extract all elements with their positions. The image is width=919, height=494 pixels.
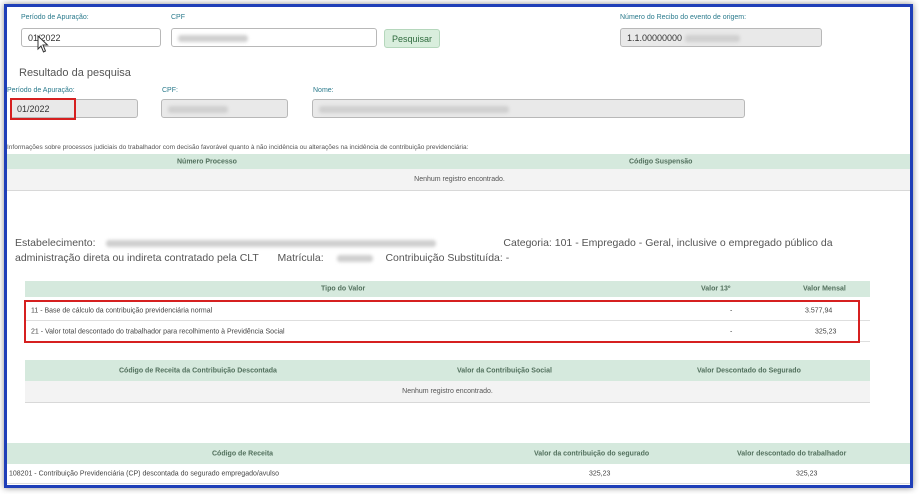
receita-row: 108201 - Contribuição Previdenciária (CP…: [7, 464, 910, 484]
descontada-table-header: Código de Receita da Contribuição Descon…: [25, 360, 870, 381]
search-cpf-input[interactable]: [171, 28, 377, 47]
col-valor-descontado-segurado: Valor Descontado do Segurado: [697, 367, 801, 374]
matricula-label: Matrícula:: [277, 252, 324, 264]
estabelecimento-label: Estabelecimento:: [15, 237, 96, 249]
search-periodo-label: Período de Apuração:: [21, 14, 89, 21]
receita-table-header: Código de Receita Valor da contribuição …: [7, 443, 910, 464]
result-title: Resultado da pesquisa: [19, 67, 131, 79]
receita-row-contrib: 325,23: [589, 470, 611, 477]
result-nome-field: [312, 99, 745, 118]
col-numero-processo: Número Processo: [177, 158, 237, 165]
categoria-text: Categoria: 101 - Empregado - Geral, incl…: [503, 237, 833, 249]
col-codigo-receita: Código de Receita: [212, 450, 274, 457]
result-cpf-label: CPF:: [162, 87, 178, 94]
result-cpf-field: [161, 99, 288, 118]
receita-row-codigo: 108201 - Contribuição Previdenciária (CP…: [9, 470, 280, 477]
pesquisar-button[interactable]: Pesquisar: [384, 29, 441, 48]
recibo-value: 1.1.00000000: [627, 33, 683, 43]
estabelecimento-block: Estabelecimento: Categoria: 101 - Empreg…: [15, 236, 910, 266]
search-cpf-label: CPF: [171, 14, 185, 21]
highlight-valores-box: [24, 300, 860, 343]
col-codigo-suspensao: Código Suspensão: [629, 158, 693, 165]
mouse-cursor-icon: [37, 35, 49, 53]
result-nome-label: Nome:: [313, 87, 334, 94]
highlight-periodo-box: [10, 98, 76, 120]
recibo-input: 1.1.00000000: [620, 28, 822, 47]
result-periodo-label: Período de Apuração:: [7, 87, 75, 94]
processos-info-text: Informações sobre processos judiciais do…: [7, 144, 469, 151]
col-valor-contribuicao-social: Valor da Contribuição Social: [457, 367, 552, 374]
valores-table-header: Tipo do Valor Valor 13º Valor Mensal: [25, 281, 870, 297]
col-codigo-receita-descontada: Código de Receita da Contribuição Descon…: [119, 367, 277, 374]
screenshot-frame: Período de Apuração: 01/2022 CPF Pesquis…: [4, 4, 913, 488]
col-valor-mensal: Valor Mensal: [803, 285, 846, 293]
col-valor-descontado-trabalhador: Valor descontado do trabalhador: [737, 450, 847, 457]
col-tipo-valor: Tipo do Valor: [321, 285, 366, 293]
descontada-empty-row: Nenhum registro encontrado.: [25, 381, 870, 403]
col-valor-contribuicao-segurado: Valor da contribuição do segurado: [534, 450, 650, 457]
processos-empty-row: Nenhum registro encontrado.: [7, 169, 910, 191]
col-valor-13: Valor 13º: [701, 285, 731, 293]
recibo-label: Número do Recibo do evento de origem:: [620, 14, 747, 21]
receita-row-desc: 325,23: [796, 470, 818, 477]
processos-table-header: Número Processo Código Suspensão: [7, 154, 910, 169]
contribuicao-substituida-text: Contribuição Substituída: -: [385, 252, 510, 264]
estabelecimento-line2: administração direta ou indireta contrat…: [15, 252, 259, 264]
